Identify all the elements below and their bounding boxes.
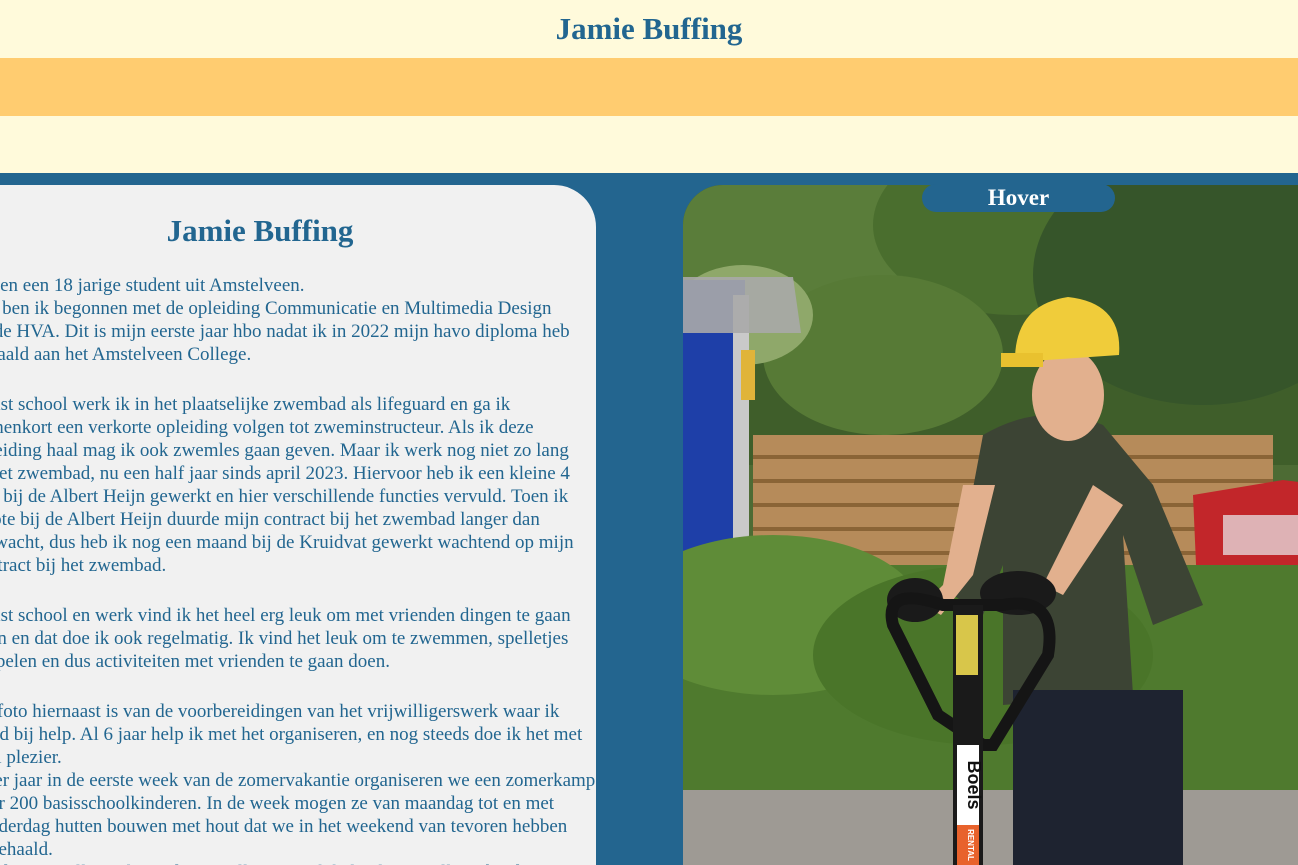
about-heading: Jamie Buffing bbox=[166, 213, 354, 248]
sub-header-band bbox=[0, 116, 1298, 173]
bio-line: te spelen en dus activiteiten met vriend… bbox=[0, 651, 390, 672]
bio-line: voor 200 basisschoolkinderen. In de week… bbox=[0, 793, 555, 814]
bio-line: in het zwembad, nu een half jaar sinds a… bbox=[0, 463, 570, 484]
bio-line: verwacht, dus heb ik nog een maand bij d… bbox=[0, 532, 574, 553]
site-header: Jamie Buffing bbox=[0, 0, 1298, 58]
bio-line: Dit doen we allemaal met de vrijwilliger… bbox=[0, 861, 586, 865]
about-card: Jamie Buffing Ik ben een 18 jarige stude… bbox=[0, 185, 596, 865]
main-section: Jamie Buffing Ik ben een 18 jarige stude… bbox=[0, 173, 1298, 865]
bio-line: jaar bij de Albert Heijn gewerkt en hier… bbox=[0, 486, 569, 507]
jack-sub-label: RENTAL bbox=[966, 829, 975, 861]
bio-line: Naast school werk ik in het plaatselijke… bbox=[0, 394, 511, 415]
bio-line: contract bij het zwembad. bbox=[0, 555, 167, 576]
bio-line: altijd bij help. Al 6 jaar help ik met h… bbox=[0, 724, 583, 745]
photo-illustration: Boels RENTAL bbox=[683, 185, 1298, 865]
bio-line: opleiding haal mag ik ook zwemles gaan g… bbox=[0, 440, 569, 461]
bio-line: gehaald aan het Amstelveen College. bbox=[0, 344, 252, 365]
bio-line: Net ben ik begonnen met de opleiding Com… bbox=[0, 298, 552, 319]
bio-line: stopte bij de Albert Heijn duurde mijn c… bbox=[0, 509, 540, 530]
bio-line: opgehaald. bbox=[0, 839, 53, 860]
bio-line: Ieder jaar in de eerste week van de zome… bbox=[0, 770, 596, 791]
bio-line: doen en dat doe ik ook regelmatig. Ik vi… bbox=[0, 628, 569, 649]
site-title: Jamie Buffing bbox=[555, 11, 743, 46]
bio-line: Naast school en werk vind ik het heel er… bbox=[0, 605, 571, 626]
jack-brand-label: Boels bbox=[964, 760, 984, 809]
bio-line: op de HVA. Dit is mijn eerste jaar hbo n… bbox=[0, 321, 570, 342]
bio-line: binnenkort een verkorte opleiding volgen… bbox=[0, 417, 534, 438]
profile-photo[interactable]: Boels RENTAL bbox=[683, 185, 1298, 865]
hover-button[interactable]: Hover bbox=[922, 184, 1115, 212]
about-text: Ik ben een 18 jarige student uit Amstelv… bbox=[0, 274, 596, 865]
bio-line: Ik ben een 18 jarige student uit Amstelv… bbox=[0, 275, 305, 296]
bio-line: veel plezier. bbox=[0, 747, 62, 768]
navigation-bar bbox=[0, 58, 1298, 116]
bio-line: donderdag hutten bouwen met hout dat we … bbox=[0, 816, 568, 837]
bio-line: De foto hiernaast is van de voorbereidin… bbox=[0, 701, 560, 722]
